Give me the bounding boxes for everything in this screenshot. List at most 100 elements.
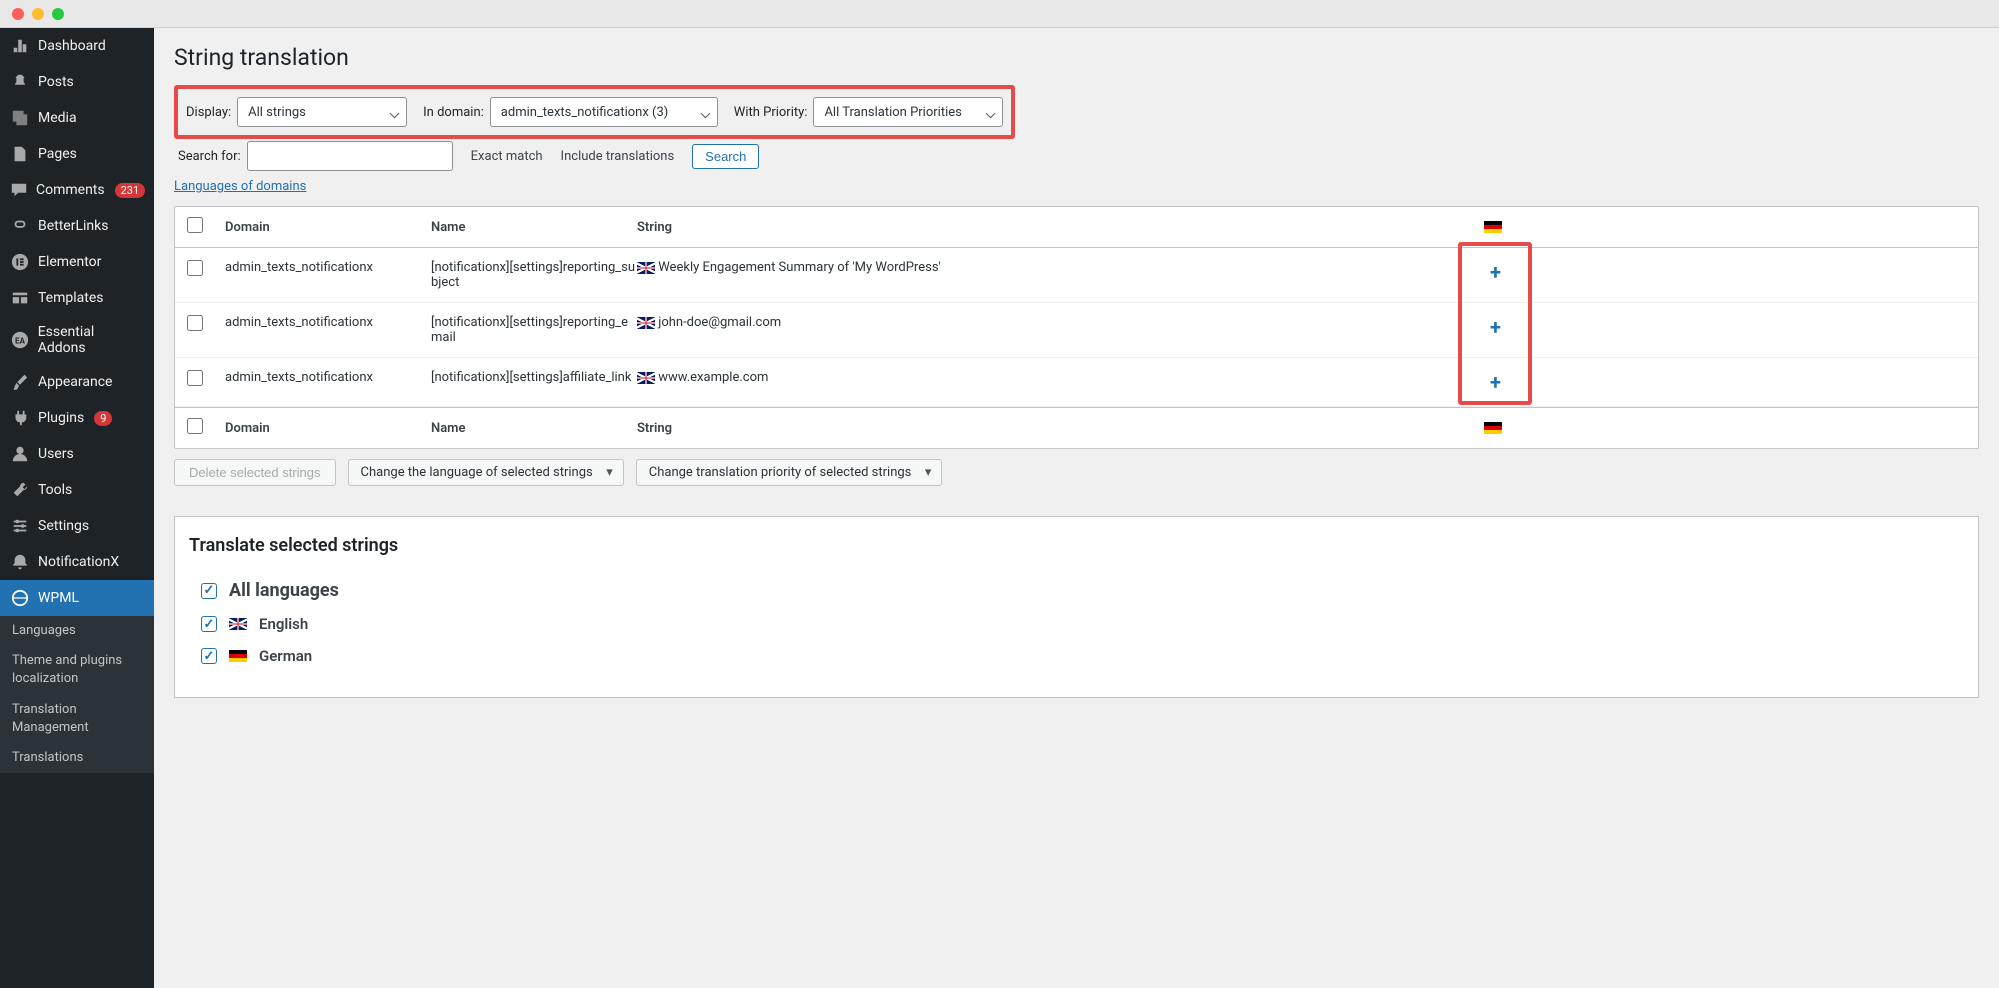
- select-all-checkbox[interactable]: [187, 217, 203, 233]
- th-name: Name: [431, 220, 637, 235]
- search-button[interactable]: Search: [692, 144, 759, 169]
- exact-match-checkbox[interactable]: Exact match: [471, 149, 543, 164]
- sidebar-item-wpml[interactable]: WPML: [0, 580, 154, 616]
- wpml-icon: [10, 588, 30, 608]
- sidebar-item-settings[interactable]: Settings: [0, 508, 154, 544]
- german-flag-footer: [1484, 422, 1502, 434]
- svg-text:EA: EA: [15, 336, 26, 346]
- priority-select[interactable]: All Translation Priorities: [813, 97, 1003, 127]
- display-label: Display:: [186, 105, 231, 120]
- tool-icon: [10, 480, 30, 500]
- search-input[interactable]: [247, 141, 453, 171]
- settings-icon: [10, 516, 30, 536]
- domain-select[interactable]: admin_texts_notificationx (3): [490, 97, 718, 127]
- cell-domain: admin_texts_notificationx: [225, 370, 431, 385]
- minimize-window-button[interactable]: [32, 8, 44, 20]
- cell-name: [notificationx][settings]reporting_email: [431, 315, 637, 345]
- all-languages-checkbox[interactable]: [201, 583, 217, 599]
- sidebar-item-notificationx[interactable]: NotificationX: [0, 544, 154, 580]
- domain-label: In domain:: [423, 105, 484, 120]
- search-label: Search for:: [178, 149, 241, 164]
- cell-string: john-doe@gmail.com: [637, 315, 1466, 330]
- sidebar-item-posts[interactable]: Posts: [0, 64, 154, 100]
- maximize-window-button[interactable]: [52, 8, 64, 20]
- change-language-select[interactable]: Change the language of selected strings: [348, 459, 624, 486]
- submenu-translation-management[interactable]: Translation Management: [0, 695, 154, 743]
- nx-icon: [10, 552, 30, 572]
- tf-name: Name: [431, 421, 637, 436]
- uk-flag-icon: [229, 618, 247, 630]
- cell-string: www.example.com: [637, 370, 1466, 385]
- language-row-english: English: [201, 615, 1964, 633]
- delete-selected-button[interactable]: Delete selected strings: [174, 459, 336, 486]
- cell-name: [notificationx][settings]reporting_subje…: [431, 260, 637, 290]
- row-checkbox[interactable]: [187, 315, 203, 331]
- display-select[interactable]: All strings: [237, 97, 407, 127]
- sidebar-item-elementor[interactable]: Elementor: [0, 244, 154, 280]
- language-label: German: [259, 647, 312, 665]
- table-row: admin_texts_notificationx[notificationx]…: [175, 303, 1978, 358]
- close-window-button[interactable]: [12, 8, 24, 20]
- filter-bar: Display: All strings In domain: admin_te…: [174, 85, 1015, 139]
- tf-string: String: [637, 421, 1466, 436]
- badge: 231: [115, 183, 146, 198]
- page-title: String translation: [174, 44, 1979, 71]
- sidebar-item-essential-addons[interactable]: EAEssential Addons: [0, 316, 154, 364]
- tf-domain: Domain: [225, 421, 431, 436]
- plugin-icon: [10, 408, 30, 428]
- translate-panel: Translate selected strings All languages…: [174, 516, 1979, 698]
- add-translation-button[interactable]: +: [1484, 260, 1507, 284]
- th-domain: Domain: [225, 220, 431, 235]
- language-checkbox[interactable]: [201, 648, 217, 664]
- uk-flag-icon: [637, 317, 655, 329]
- de-flag-icon: [229, 650, 247, 662]
- window-titlebar: [0, 0, 1999, 28]
- languages-of-domains-link[interactable]: Languages of domains: [174, 179, 306, 194]
- submenu-translations[interactable]: Translations: [0, 743, 154, 773]
- submenu-languages[interactable]: Languages: [0, 616, 154, 646]
- sidebar-item-pages[interactable]: Pages: [0, 136, 154, 172]
- add-translation-button[interactable]: +: [1484, 315, 1507, 339]
- language-label: English: [259, 615, 308, 633]
- sidebar-item-plugins[interactable]: Plugins9: [0, 400, 154, 436]
- sidebar-item-comments[interactable]: Comments231: [0, 172, 154, 208]
- sidebar-item-appearance[interactable]: Appearance: [0, 364, 154, 400]
- german-flag-header: [1484, 221, 1502, 233]
- sidebar-item-betterlinks[interactable]: BetterLinks: [0, 208, 154, 244]
- priority-label: With Priority:: [734, 105, 808, 120]
- sidebar-item-media[interactable]: Media: [0, 100, 154, 136]
- page-icon: [10, 144, 30, 164]
- sidebar-item-tools[interactable]: Tools: [0, 472, 154, 508]
- templates-icon: [10, 288, 30, 308]
- change-priority-select[interactable]: Change translation priority of selected …: [636, 459, 943, 486]
- cell-domain: admin_texts_notificationx: [225, 260, 431, 275]
- user-icon: [10, 444, 30, 464]
- dashboard-icon: [10, 36, 30, 56]
- brush-icon: [10, 372, 30, 392]
- table-row: admin_texts_notificationx[notificationx]…: [175, 358, 1978, 407]
- row-checkbox[interactable]: [187, 370, 203, 386]
- sidebar-item-dashboard[interactable]: Dashboard: [0, 28, 154, 64]
- row-checkbox[interactable]: [187, 260, 203, 276]
- badge: 9: [94, 411, 112, 426]
- media-icon: [10, 108, 30, 128]
- uk-flag-icon: [637, 372, 655, 384]
- bulk-actions-row: Delete selected strings Change the langu…: [174, 449, 1979, 496]
- ea-icon: EA: [10, 330, 30, 350]
- table-row: admin_texts_notificationx[notificationx]…: [175, 248, 1978, 303]
- include-translations-checkbox[interactable]: Include translations: [561, 149, 675, 164]
- sidebar-item-users[interactable]: Users: [0, 436, 154, 472]
- sidebar-item-templates[interactable]: Templates: [0, 280, 154, 316]
- link-icon: [10, 216, 30, 236]
- cell-name: [notificationx][settings]affiliate_link: [431, 370, 637, 385]
- select-all-checkbox-footer[interactable]: [187, 418, 203, 434]
- language-row-german: German: [201, 647, 1964, 665]
- all-languages-label: All languages: [229, 580, 339, 601]
- translate-panel-title: Translate selected strings: [189, 535, 1964, 556]
- comment-icon: [10, 180, 28, 200]
- submenu-theme-and-plugins-localization[interactable]: Theme and plugins localization: [0, 646, 154, 694]
- language-checkbox[interactable]: [201, 616, 217, 632]
- cell-domain: admin_texts_notificationx: [225, 315, 431, 330]
- add-translation-button[interactable]: +: [1484, 370, 1507, 394]
- elementor-icon: [10, 252, 30, 272]
